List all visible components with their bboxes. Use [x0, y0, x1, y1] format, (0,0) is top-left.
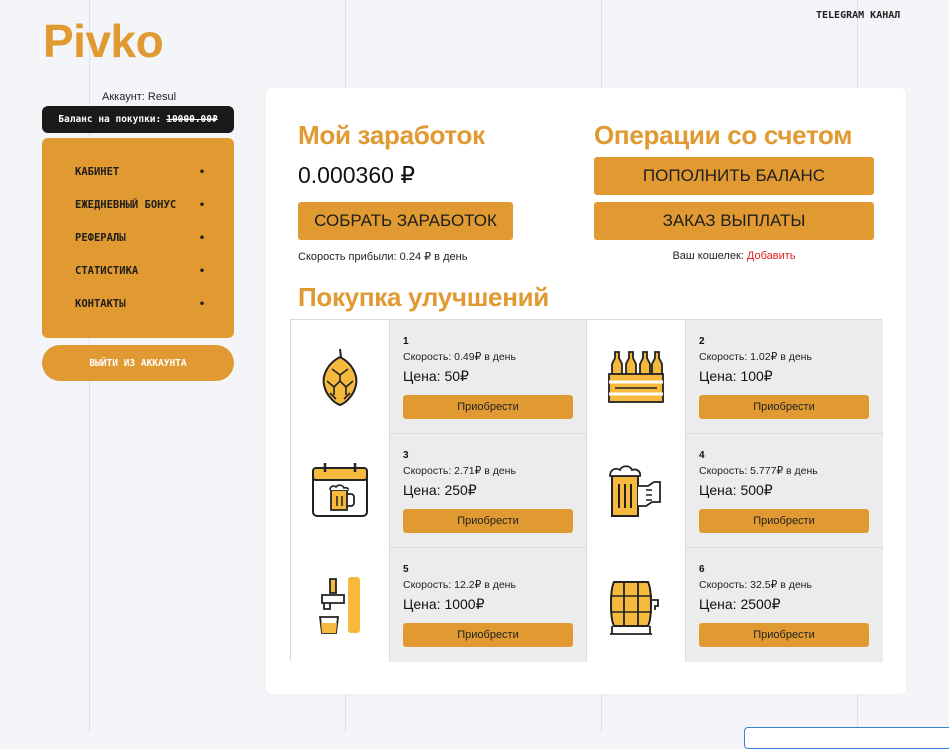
buy-button[interactable]: Приобрести — [699, 623, 869, 647]
beer-barrel-icon — [610, 581, 659, 635]
upgrade-number: 6 — [699, 564, 705, 575]
earnings-value: 0.000360 ₽ — [298, 162, 415, 188]
menu-item-label: РЕФЕРАЛЫ — [75, 232, 126, 244]
upgrade-speed: Скорость: 12.2₽ в день — [403, 579, 516, 591]
profit-speed-text: Скорость прибыли: 0.24 ₽ в день — [298, 251, 468, 263]
upgrade-speed: Скорость: 32.5₽ в день — [699, 579, 812, 591]
hop-icon — [322, 348, 358, 407]
bullet-icon: • — [198, 265, 205, 277]
menu-item-cabinet[interactable]: КАБИНЕТ • — [75, 166, 205, 178]
beer-crate-icon — [608, 351, 664, 403]
logo: Pivko — [43, 15, 164, 67]
logout-button[interactable]: ВЫЙТИ ИЗ АККАУНТА — [42, 345, 234, 381]
bottom-widget[interactable] — [744, 727, 949, 749]
bullet-icon: • — [198, 199, 205, 211]
beer-mug-hand-icon — [609, 465, 661, 517]
account-label: Аккаунт: Resul — [102, 91, 177, 103]
upgrade-price: Цена: 100₽ — [699, 368, 773, 384]
balance-amount: 10000.00₽ — [166, 114, 218, 125]
upgrades-title: Покупка улучшений — [298, 282, 549, 312]
upgrade-speed: Скорость: 1.02₽ в день — [699, 351, 812, 363]
bullet-icon: • — [198, 298, 205, 310]
wallet-add-link[interactable]: Добавить — [747, 250, 796, 262]
upgrade-card: 5 Скорость: 12.2₽ в день Цена: 1000₽ При… — [291, 548, 587, 662]
beer-calendar-icon — [312, 463, 368, 517]
buy-button[interactable]: Приобрести — [403, 623, 573, 647]
upgrade-card: 4 Скорость: 5.777₽ в день Цена: 500₽ При… — [587, 434, 883, 548]
upgrade-card: 6 Скорость: 32.5₽ в день Цена: 2500₽ При… — [587, 548, 883, 662]
menu-item-statistics[interactable]: СТАТИСТИКА • — [75, 265, 205, 277]
upgrade-price: Цена: 2500₽ — [699, 596, 781, 612]
upgrade-number: 5 — [403, 564, 409, 575]
withdraw-button[interactable]: ЗАКАЗ ВЫПЛАТЫ — [594, 202, 874, 240]
upgrade-card: 2 Скорость: 1.02₽ в день Цена: 100₽ Прио… — [587, 320, 883, 434]
main-panel: Мой заработок 0.000360 ₽ СОБРАТЬ ЗАРАБОТ… — [266, 88, 906, 694]
upgrade-speed: Скорость: 0.49₽ в день — [403, 351, 516, 363]
beer-tap-icon — [318, 577, 360, 634]
menu-item-daily-bonus[interactable]: ЕЖЕДНЕВНЫЙ БОНУС • — [75, 199, 205, 211]
topup-balance-button[interactable]: ПОПОЛНИТЬ БАЛАНС — [594, 157, 874, 195]
sidebar-menu: КАБИНЕТ • ЕЖЕДНЕВНЫЙ БОНУС • РЕФЕРАЛЫ • СТА… — [42, 138, 234, 338]
upgrade-number: 3 — [403, 450, 409, 461]
upgrades-grid: 1 Скорость: 0.49₽ в день Цена: 50₽ Приоб… — [290, 319, 883, 662]
wallet-row: Ваш кошелек: Добавить — [594, 250, 874, 262]
collect-earnings-button[interactable]: СОБРАТЬ ЗАРАБОТОК — [298, 202, 513, 240]
menu-item-contacts[interactable]: КОНТАКТЫ • — [75, 298, 205, 310]
upgrade-price: Цена: 50₽ — [403, 368, 469, 384]
upgrade-speed: Скорость: 2.71₽ в день — [403, 465, 516, 477]
telegram-link[interactable]: TELEGRAM КАНАЛ — [816, 10, 900, 21]
buy-button[interactable]: Приобрести — [403, 395, 573, 419]
upgrade-price: Цена: 1000₽ — [403, 596, 485, 612]
upgrade-number: 4 — [699, 450, 705, 461]
upgrade-card: 3 Скорость: 2.71₽ в день Цена: 250₽ Прио… — [291, 434, 587, 548]
wallet-label: Ваш кошелек: — [672, 250, 744, 262]
menu-item-label: ЕЖЕДНЕВНЫЙ БОНУС — [75, 199, 177, 211]
bullet-icon: • — [198, 166, 205, 178]
menu-item-label: КАБИНЕТ — [75, 166, 120, 178]
menu-item-label: КОНТАКТЫ — [75, 298, 126, 310]
menu-item-label: СТАТИСТИКА — [75, 265, 139, 277]
upgrade-price: Цена: 500₽ — [699, 482, 773, 498]
buy-button[interactable]: Приобрести — [403, 509, 573, 533]
buy-button[interactable]: Приобрести — [699, 395, 869, 419]
bullet-icon: • — [198, 232, 205, 244]
upgrade-price: Цена: 250₽ — [403, 482, 477, 498]
balance-label: Баланс на покупки: — [58, 114, 162, 125]
menu-item-referrals[interactable]: РЕФЕРАЛЫ • — [75, 232, 205, 244]
operations-title: Операции со счетом — [594, 120, 853, 150]
balance-badge: Баланс на покупки: 10000.00₽ — [42, 106, 234, 133]
upgrade-card: 1 Скорость: 0.49₽ в день Цена: 50₽ Приоб… — [291, 320, 587, 434]
upgrade-number: 2 — [699, 336, 705, 347]
earnings-title: Мой заработок — [298, 120, 485, 150]
upgrade-speed: Скорость: 5.777₽ в день — [699, 465, 818, 477]
buy-button[interactable]: Приобрести — [699, 509, 869, 533]
upgrade-number: 1 — [403, 336, 409, 347]
